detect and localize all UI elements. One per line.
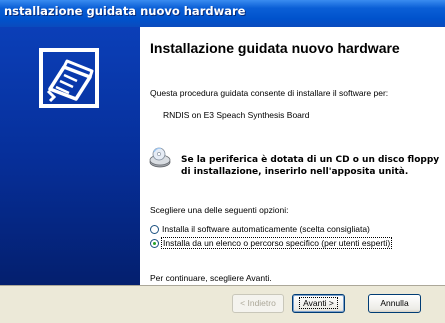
cd-prompt-line-1: Se la periferica è dotata di un CD o un …	[181, 155, 440, 165]
wizard-heading: Installazione guidata nuovo hardware	[150, 40, 400, 56]
cd-prompt: Se la periferica è dotata di un CD o un …	[181, 154, 439, 178]
device-name: RNDIS on E3 Speach Synthesis Board	[163, 110, 310, 120]
next-button[interactable]: Avanti >	[292, 294, 345, 313]
hardware-wizard-icon	[39, 48, 99, 108]
option-automatic-label[interactable]: Installa il software automaticamente (sc…	[162, 224, 370, 234]
intro-text: Questa procedura guidata consente di ins…	[150, 88, 389, 98]
options-label: Scegliere una delle seguenti opzioni:	[150, 205, 289, 215]
cancel-button[interactable]: Annulla	[368, 294, 421, 313]
radio-button[interactable]	[150, 224, 159, 234]
wizard-window: nstallazione guidata nuovo hardware Inst…	[0, 0, 445, 323]
option-specific-location-label[interactable]: Installa da un elenco o percorso specifi…	[160, 237, 393, 249]
button-bar: < Indietro Avanti > Annulla	[0, 285, 445, 323]
next-button-label: Avanti >	[299, 297, 338, 309]
wizard-side-panel	[0, 27, 140, 285]
wizard-content: Installazione guidata nuovo hardware Que…	[140, 27, 445, 285]
back-button[interactable]: < Indietro	[232, 294, 284, 313]
window-title: nstallazione guidata nuovo hardware	[4, 4, 246, 18]
option-automatic[interactable]: Installa il software automaticamente (sc…	[150, 224, 370, 234]
cd-drive-icon	[149, 147, 171, 168]
radio-button-selected[interactable]	[150, 238, 159, 248]
option-specific-location[interactable]: Installa da un elenco o percorso specifi…	[150, 237, 393, 249]
continue-instruction: Per continuare, scegliere Avanti.	[150, 273, 272, 283]
cd-prompt-line-2: di installazione, inserirlo nell'apposit…	[181, 167, 409, 177]
title-bar[interactable]: nstallazione guidata nuovo hardware	[0, 0, 445, 27]
